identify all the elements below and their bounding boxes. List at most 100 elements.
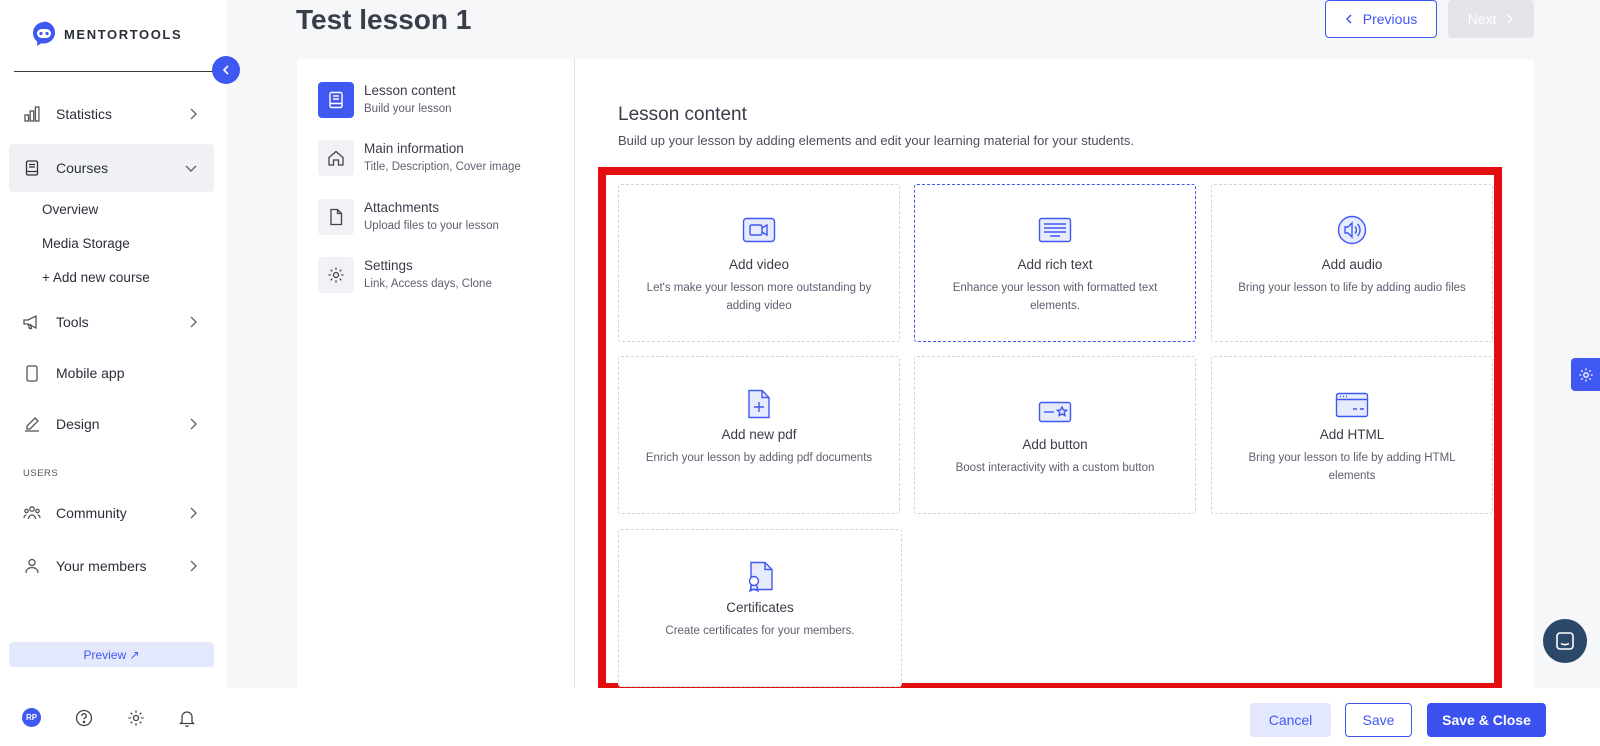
previous-label: Previous bbox=[1362, 11, 1418, 27]
step-subtitle: Upload files to your lesson bbox=[364, 220, 499, 232]
users-icon bbox=[23, 504, 41, 522]
step-attachments[interactable]: Attachments Upload files to your lesson bbox=[318, 199, 499, 235]
certificate-icon bbox=[619, 561, 901, 593]
chat-icon bbox=[1555, 631, 1575, 651]
section-title: Lesson content bbox=[618, 104, 747, 125]
tile-add-html[interactable]: Add HTML Bring your lesson to life by ad… bbox=[1211, 356, 1493, 514]
save-and-close-button[interactable]: Save & Close bbox=[1427, 703, 1546, 737]
steps-divider bbox=[574, 59, 575, 699]
tile-title: Add HTML bbox=[1319, 427, 1385, 442]
audio-icon bbox=[1212, 215, 1492, 245]
tile-description: Let's make your lesson more outstanding … bbox=[646, 282, 872, 312]
cancel-button[interactable]: Cancel bbox=[1250, 703, 1331, 737]
section-subtitle: Build up your lesson by adding elements … bbox=[618, 133, 1134, 148]
chevron-right-icon bbox=[1506, 13, 1514, 25]
help-icon[interactable] bbox=[75, 709, 93, 727]
chevron-right-icon bbox=[188, 417, 198, 431]
mentortools-logo-icon bbox=[30, 20, 58, 48]
tile-description: Enrich your lesson by adding pdf documen… bbox=[645, 452, 873, 464]
sidebar-item-statistics[interactable]: Statistics bbox=[9, 90, 214, 138]
tile-title: Add rich text bbox=[1017, 257, 1093, 272]
file-icon bbox=[318, 199, 354, 235]
sidebar-item-courses[interactable]: Courses bbox=[9, 144, 214, 192]
gear-icon bbox=[318, 257, 354, 293]
gear-icon[interactable] bbox=[127, 709, 145, 727]
step-subtitle: Link, Access days, Clone bbox=[364, 278, 492, 290]
phone-icon bbox=[23, 364, 41, 382]
sidebar: MENTORTOOLS Statistics Courses Overview … bbox=[0, 0, 226, 746]
chevron-right-icon bbox=[188, 506, 198, 520]
next-label: Next bbox=[1467, 11, 1497, 27]
tile-description: Enhance your lesson with formatted text … bbox=[952, 282, 1158, 312]
tile-description: Create certificates for your members. bbox=[665, 625, 855, 637]
tile-title: Add button bbox=[1022, 437, 1088, 452]
tile-add-audio[interactable]: Add audio Bring your lesson to life by a… bbox=[1211, 184, 1493, 342]
tile-description: Bring your lesson to life by adding HTML… bbox=[1248, 452, 1456, 482]
sidebar-item-label: Your members bbox=[56, 558, 147, 574]
save-button[interactable]: Save bbox=[1345, 703, 1412, 737]
step-main-information[interactable]: Main information Title, Description, Cove… bbox=[318, 140, 521, 176]
tile-title: Add video bbox=[728, 257, 790, 272]
logo[interactable]: MENTORTOOLS bbox=[30, 20, 182, 48]
sidebar-bottom-bar: RP bbox=[22, 708, 195, 727]
sidebar-subitem-media-storage[interactable]: Media Storage bbox=[42, 236, 130, 251]
text-icon bbox=[915, 217, 1195, 243]
sidebar-item-your-members[interactable]: Your members bbox=[9, 542, 214, 590]
step-title: Settings bbox=[364, 258, 413, 273]
next-button[interactable]: Next bbox=[1448, 0, 1534, 38]
chevron-right-icon bbox=[188, 107, 198, 121]
pencil-icon bbox=[23, 415, 41, 433]
floating-settings-button[interactable] bbox=[1571, 358, 1600, 391]
book-icon bbox=[318, 82, 354, 118]
sidebar-item-label: Design bbox=[56, 416, 100, 432]
chevron-left-icon bbox=[1345, 13, 1353, 25]
preview-button[interactable]: Preview ↗ bbox=[9, 642, 214, 667]
bell-icon[interactable] bbox=[179, 709, 195, 727]
sidebar-item-mobile-app[interactable]: Mobile app bbox=[9, 349, 214, 397]
step-subtitle: Build your lesson bbox=[364, 103, 452, 115]
sidebar-item-label: Statistics bbox=[56, 106, 113, 122]
video-icon bbox=[619, 217, 899, 243]
sidebar-item-tools[interactable]: Tools bbox=[9, 298, 214, 346]
brand-name: MENTORTOOLS bbox=[64, 26, 183, 42]
step-title: Attachments bbox=[364, 200, 440, 215]
section-label-users: USERS bbox=[23, 468, 59, 479]
home-icon bbox=[318, 140, 354, 176]
step-settings[interactable]: Settings Link, Access days, Clone bbox=[318, 257, 492, 293]
sidebar-divider bbox=[14, 71, 214, 72]
chevron-right-icon bbox=[188, 315, 198, 329]
step-lesson-content[interactable]: Lesson content Build your lesson bbox=[318, 82, 456, 118]
chevron-left-icon bbox=[220, 64, 232, 76]
chevron-right-icon bbox=[188, 559, 198, 573]
sidebar-item-design[interactable]: Design bbox=[9, 400, 214, 448]
sidebar-subitem-overview[interactable]: Overview bbox=[42, 202, 98, 217]
gear-icon bbox=[1578, 367, 1594, 383]
collapse-sidebar-button[interactable] bbox=[212, 56, 240, 84]
html-icon bbox=[1212, 392, 1492, 418]
sidebar-item-label: Community bbox=[56, 505, 127, 521]
sidebar-subitem-add-new-course[interactable]: + Add new course bbox=[42, 270, 150, 285]
button-icon bbox=[915, 401, 1195, 423]
tile-title: Certificates bbox=[726, 600, 794, 615]
step-title: Main information bbox=[364, 141, 464, 156]
sidebar-item-community[interactable]: Community bbox=[9, 489, 214, 537]
chevron-down-icon bbox=[184, 161, 198, 175]
avatar[interactable]: RP bbox=[22, 708, 41, 727]
step-subtitle: Title, Description, Cover image bbox=[364, 161, 521, 173]
bar-chart-icon bbox=[23, 105, 41, 123]
tile-certificates[interactable]: Certificates Create certificates for you… bbox=[618, 529, 902, 687]
tile-add-rich-text[interactable]: Add rich text Enhance your lesson with f… bbox=[914, 184, 1196, 342]
step-title: Lesson content bbox=[364, 83, 456, 98]
previous-button[interactable]: Previous bbox=[1325, 0, 1437, 38]
tile-add-button[interactable]: Add button Boost interactivity with a cu… bbox=[914, 356, 1196, 514]
tile-add-new-pdf[interactable]: Add new pdf Enrich your lesson by adding… bbox=[618, 356, 900, 514]
sidebar-item-label: Courses bbox=[56, 160, 109, 176]
chat-launcher-button[interactable] bbox=[1543, 619, 1587, 663]
tile-description: Bring your lesson to life by adding audi… bbox=[1238, 282, 1466, 294]
tile-title: Add audio bbox=[1321, 257, 1383, 272]
megaphone-icon bbox=[23, 313, 41, 331]
user-icon bbox=[23, 557, 41, 575]
book-icon bbox=[23, 159, 41, 177]
tile-add-video[interactable]: Add video Let's make your lesson more ou… bbox=[618, 184, 900, 342]
tile-description: Boost interactivity with a custom button bbox=[955, 462, 1155, 474]
